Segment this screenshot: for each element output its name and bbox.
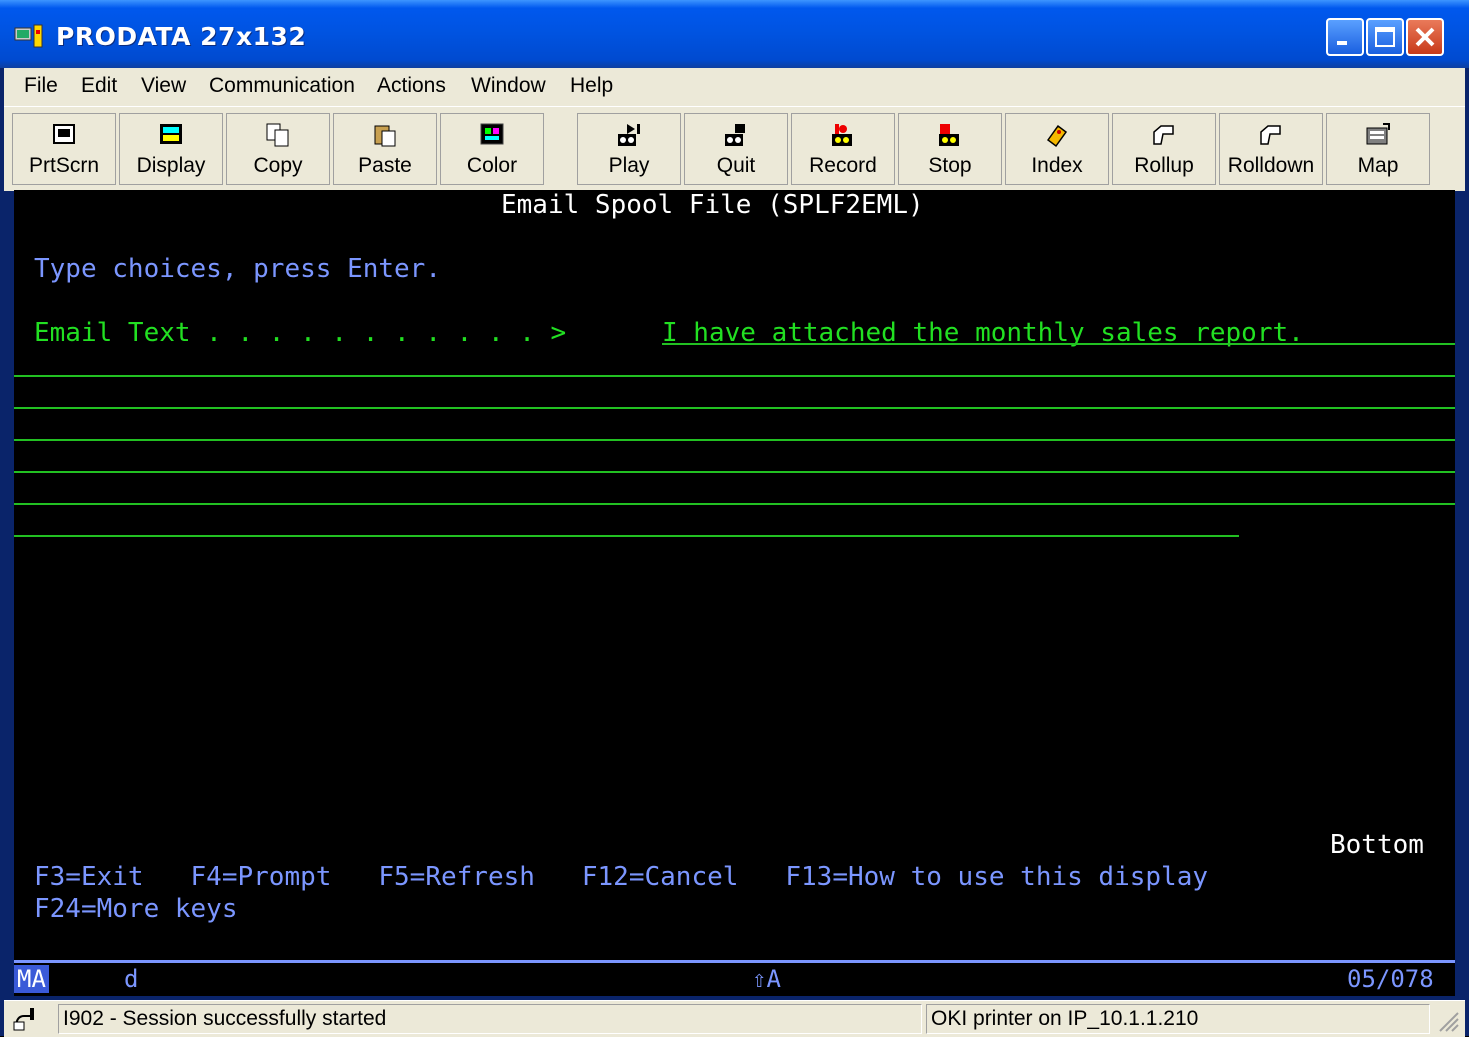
minimize-icon: [1337, 41, 1347, 45]
copy-label: Copy: [253, 154, 303, 177]
display-icon: [160, 124, 182, 144]
menu-view[interactable]: View: [141, 74, 186, 98]
stop-label: Stop: [928, 154, 972, 177]
maximize-icon: [1375, 27, 1395, 47]
close-button[interactable]: [1406, 18, 1444, 56]
email-text-field-line[interactable]: [14, 439, 1455, 441]
menu-actions[interactable]: Actions: [377, 74, 446, 98]
printer-status: OKI printer on IP_10.1.1.210: [926, 1004, 1430, 1034]
rolldown-label: Rolldown: [1227, 154, 1315, 177]
record-label: Record: [809, 154, 877, 177]
rollup-icon: [1153, 125, 1174, 145]
app-icon: [14, 24, 43, 48]
index-label: Index: [1031, 154, 1083, 177]
terminal-screen[interactable]: Email Spool File (SPLF2EML) Type choices…: [14, 190, 1455, 960]
status-indicator: d: [124, 965, 139, 993]
title-bar[interactable]: PRODATA 27x132: [0, 0, 1469, 68]
screen-heading: Email Spool File (SPLF2EML): [501, 190, 924, 220]
prtscrn-label: PrtScrn: [28, 154, 99, 177]
printscreen-icon: [53, 124, 75, 144]
email-text-field-line[interactable]: [14, 503, 1455, 505]
map-label: Map: [1357, 154, 1399, 177]
maximize-button[interactable]: [1366, 18, 1404, 56]
email-text-field-line[interactable]: [14, 375, 1455, 377]
shift-indicator: ⇧A: [752, 965, 781, 993]
rolldown-button[interactable]: Rolldown: [1219, 113, 1323, 185]
session-icon: [13, 1008, 34, 1031]
index-button[interactable]: Index: [1005, 113, 1109, 185]
index-icon: [1046, 124, 1068, 148]
menu-bar: File Edit View Communication Actions Win…: [4, 68, 1465, 106]
toolbar: PrtScrn Display Copy Paste Color Play Qu…: [4, 106, 1465, 191]
stop-macro-icon: [939, 124, 959, 146]
play-label: Play: [608, 154, 650, 177]
menu-edit[interactable]: Edit: [81, 74, 117, 98]
copy-button[interactable]: Copy: [226, 113, 330, 185]
email-text-field-underline[interactable]: [662, 343, 1455, 345]
resize-grip-icon[interactable]: [1434, 1007, 1460, 1033]
paste-label: Paste: [358, 154, 412, 177]
display-button[interactable]: Display: [119, 113, 223, 185]
stop-button[interactable]: Stop: [898, 113, 1002, 185]
bottom-indicator: Bottom: [1330, 830, 1424, 860]
screen-instruction: Type choices, press Enter.: [34, 254, 441, 284]
map-button[interactable]: Map: [1326, 113, 1430, 185]
play-button[interactable]: Play: [577, 113, 681, 185]
quit-label: Quit: [716, 154, 756, 177]
quit-macro-icon: [725, 124, 745, 146]
record-macro-icon: [832, 124, 852, 146]
display-label: Display: [136, 154, 206, 177]
color-label: Color: [466, 154, 518, 177]
map-icon: [1366, 123, 1390, 145]
email-text-field-line[interactable]: [14, 535, 1239, 537]
close-icon: [1415, 27, 1435, 47]
paste-icon: [374, 125, 396, 147]
cursor-position: 05/078: [1347, 965, 1434, 993]
play-macro-icon: [618, 124, 640, 146]
function-keys-line-1: F3=Exit F4=Prompt F5=Refresh F12=Cancel …: [34, 862, 1208, 892]
operator-info-area: MA d ⇧A 05/078: [14, 960, 1455, 996]
menu-help[interactable]: Help: [570, 74, 613, 98]
status-message: I902 - Session successfully started: [58, 1004, 922, 1034]
email-text-field-line[interactable]: [14, 407, 1455, 409]
prtscrn-button[interactable]: PrtScrn: [12, 113, 116, 185]
menu-communication[interactable]: Communication: [209, 74, 355, 98]
paste-button[interactable]: Paste: [333, 113, 437, 185]
quit-button[interactable]: Quit: [684, 113, 788, 185]
minimize-button[interactable]: [1326, 18, 1364, 56]
copy-icon: [266, 123, 289, 147]
function-keys-line-2: F24=More keys: [34, 894, 238, 924]
menu-window[interactable]: Window: [471, 74, 546, 98]
email-text-field-line[interactable]: [14, 471, 1455, 473]
record-button[interactable]: Record: [791, 113, 895, 185]
menu-file[interactable]: File: [24, 74, 58, 98]
window-title: PRODATA 27x132: [56, 22, 307, 51]
color-button[interactable]: Color: [440, 113, 544, 185]
rollup-button[interactable]: Rollup: [1112, 113, 1216, 185]
mode-indicator: MA: [14, 965, 49, 993]
emulator-window: PRODATA 27x132 File Edit View Communicat…: [0, 0, 1469, 1037]
color-icon: [480, 123, 504, 145]
rollup-label: Rollup: [1134, 154, 1194, 177]
status-bar: I902 - Session successfully started OKI …: [4, 1000, 1465, 1037]
rolldown-icon: [1260, 125, 1281, 145]
email-text-label: Email Text . . . . . . . . . . . >: [34, 318, 582, 348]
